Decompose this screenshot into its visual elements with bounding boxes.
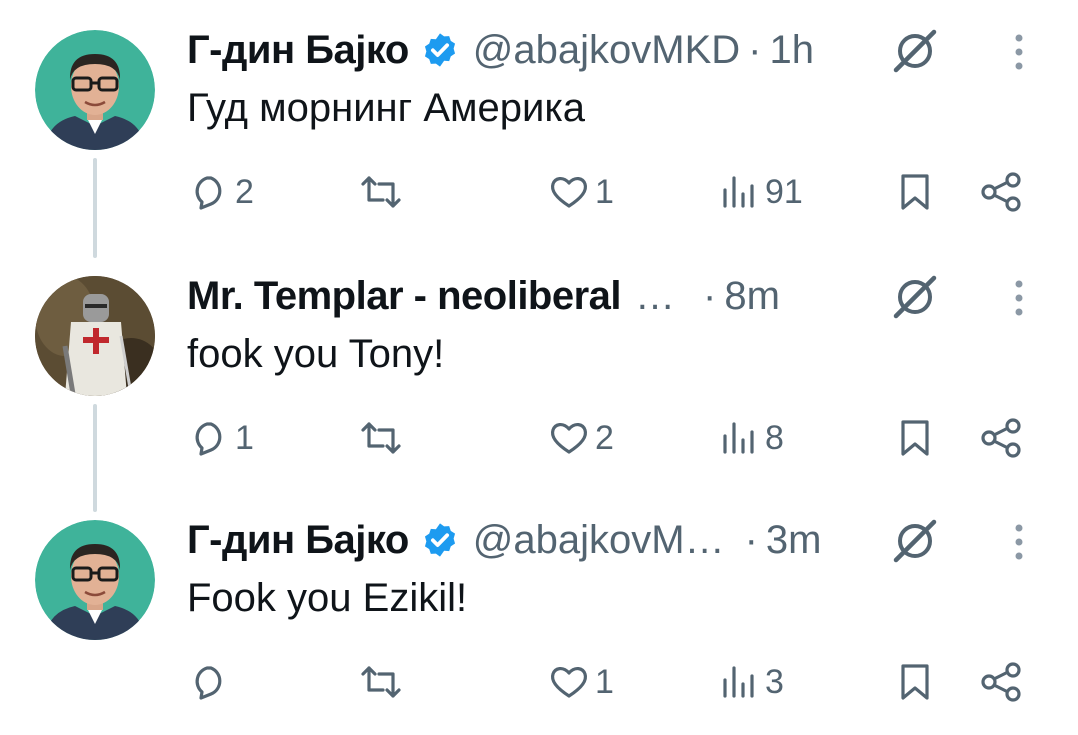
separator-dot: · bbox=[744, 517, 758, 562]
more-icon[interactable] bbox=[1004, 28, 1034, 76]
views-count: 8 bbox=[765, 418, 784, 457]
timestamp[interactable]: 3m bbox=[766, 518, 822, 563]
like-count: 2 bbox=[595, 418, 614, 457]
timestamp[interactable]: 1h bbox=[770, 28, 815, 73]
tweet-text: Гуд морнинг Америка bbox=[187, 86, 585, 130]
views-count: 3 bbox=[765, 662, 784, 701]
separator-dot: · bbox=[748, 27, 762, 72]
grok-icon[interactable] bbox=[890, 26, 940, 76]
like-count: 1 bbox=[595, 662, 614, 701]
views-button[interactable]: 3 bbox=[717, 654, 784, 710]
tweet-header: Г-дин Бајко @abajkovM… · 3m bbox=[187, 512, 822, 568]
tweet[interactable]: Г-дин Бајко @abajkovMKD · 1h Гуд морнинг… bbox=[0, 0, 1078, 245]
avatar[interactable] bbox=[35, 276, 155, 396]
separator-dot: · bbox=[703, 273, 717, 318]
tweet-header: Mr. Templar - neoliberal … · 8m bbox=[187, 268, 780, 324]
timestamp[interactable]: 8m bbox=[724, 274, 780, 319]
reply-button[interactable]: 1 bbox=[187, 410, 254, 466]
repost-button[interactable] bbox=[359, 164, 407, 220]
name-truncation: … bbox=[635, 273, 676, 318]
action-bar: 2 1 91 bbox=[187, 164, 1037, 220]
grok-icon[interactable] bbox=[890, 516, 940, 566]
avatar[interactable] bbox=[35, 520, 155, 640]
views-button[interactable]: 91 bbox=[717, 164, 803, 220]
like-count: 1 bbox=[595, 172, 614, 211]
bookmark-button[interactable] bbox=[893, 164, 937, 220]
reply-button[interactable] bbox=[187, 654, 235, 710]
share-button[interactable] bbox=[979, 164, 1023, 220]
tweet-header: Г-дин Бајко @abajkovMKD · 1h bbox=[187, 22, 814, 78]
reply-count: 1 bbox=[235, 418, 254, 457]
verified-badge-icon bbox=[421, 31, 459, 69]
avatar[interactable] bbox=[35, 30, 155, 150]
share-button[interactable] bbox=[979, 410, 1023, 466]
tweet[interactable]: Г-дин Бајко @abajkovM… · 3m Fook you Ezi… bbox=[0, 490, 1078, 735]
reply-count: 2 bbox=[235, 172, 254, 211]
share-button[interactable] bbox=[979, 654, 1023, 710]
verified-badge-icon bbox=[421, 521, 459, 559]
repost-button[interactable] bbox=[359, 410, 407, 466]
reply-button[interactable]: 2 bbox=[187, 164, 254, 220]
display-name[interactable]: Mr. Templar - neoliberal bbox=[187, 274, 622, 319]
grok-icon[interactable] bbox=[890, 272, 940, 322]
more-icon[interactable] bbox=[1004, 274, 1034, 322]
like-button[interactable]: 2 bbox=[547, 410, 614, 466]
bookmark-button[interactable] bbox=[893, 654, 937, 710]
more-icon[interactable] bbox=[1004, 518, 1034, 566]
views-button[interactable]: 8 bbox=[717, 410, 784, 466]
repost-button[interactable] bbox=[359, 654, 407, 710]
display-name[interactable]: Г-дин Бајко bbox=[187, 28, 409, 73]
like-button[interactable]: 1 bbox=[547, 164, 614, 220]
views-count: 91 bbox=[765, 172, 803, 211]
display-name[interactable]: Г-дин Бајко bbox=[187, 518, 409, 563]
action-bar: 1 2 8 bbox=[187, 410, 1037, 466]
tweet[interactable]: Mr. Templar - neoliberal … · 8m fook you… bbox=[0, 246, 1078, 491]
tweet-text: Fook you Ezikil! bbox=[187, 576, 468, 620]
like-button[interactable]: 1 bbox=[547, 654, 614, 710]
action-bar: 1 3 bbox=[187, 654, 1037, 710]
handle[interactable]: @abajkovM… bbox=[473, 518, 725, 563]
handle[interactable]: @abajkovMKD bbox=[473, 28, 740, 73]
tweet-text: fook you Tony! bbox=[187, 332, 445, 376]
bookmark-button[interactable] bbox=[893, 410, 937, 466]
